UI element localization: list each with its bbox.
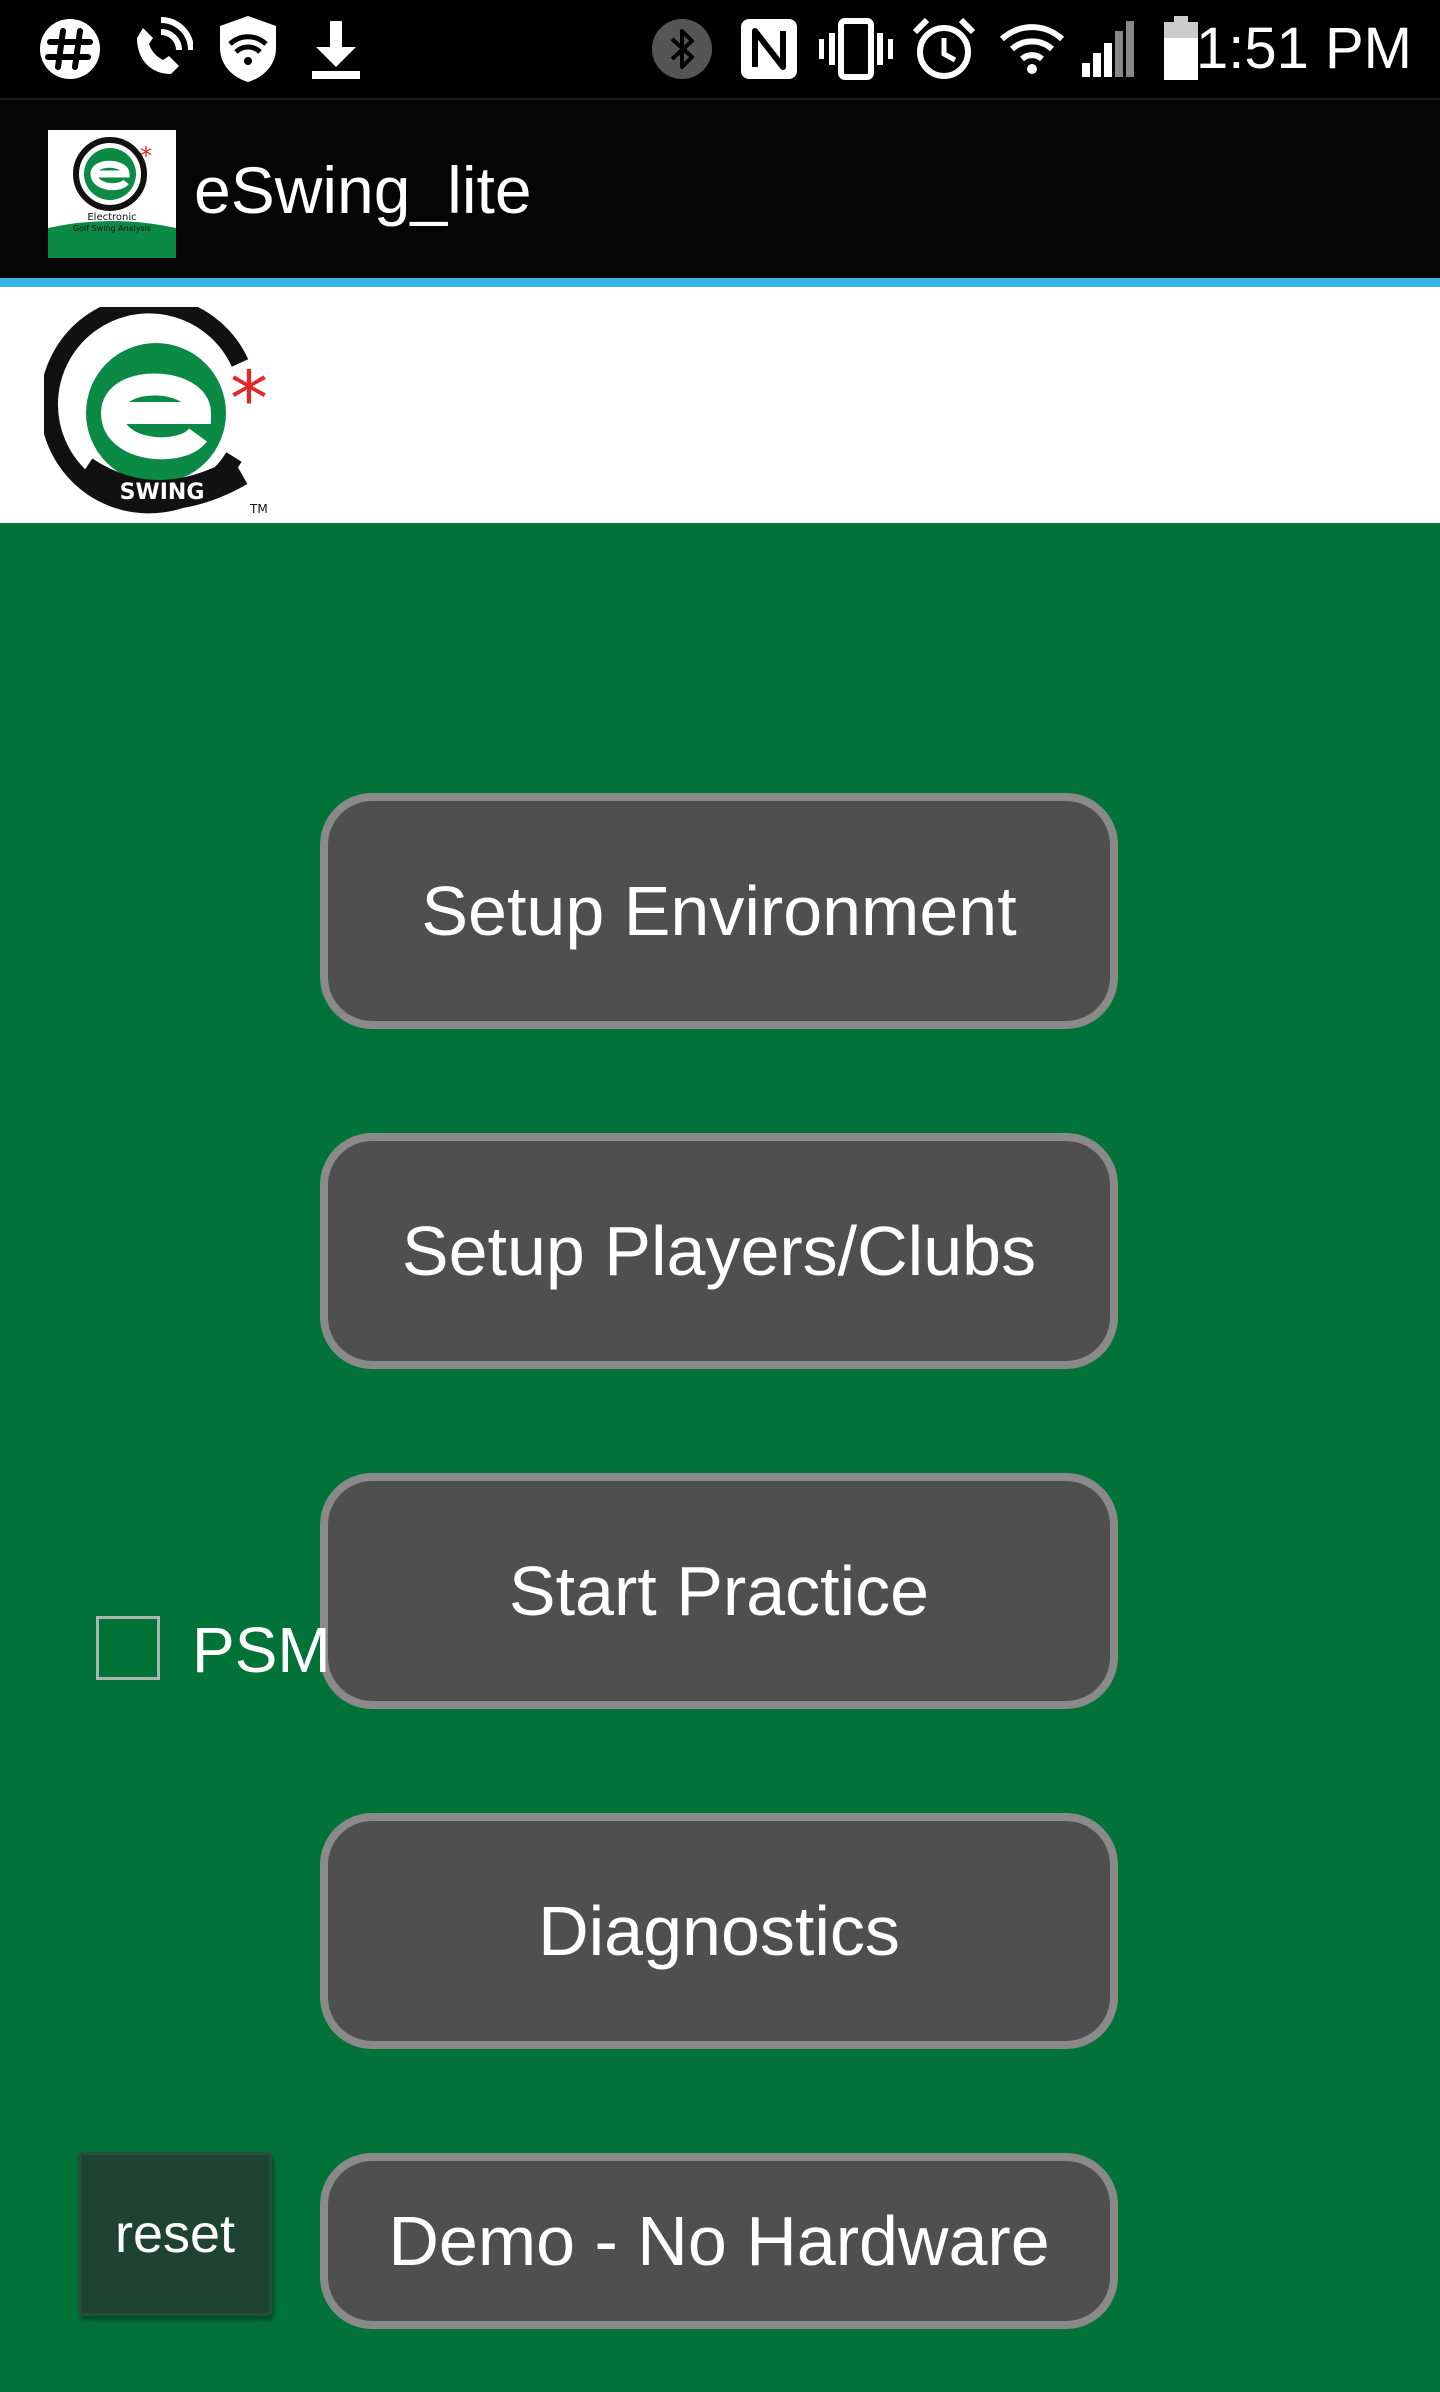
nfc-icon: [734, 14, 804, 84]
app-icon-caption-1: Electronic: [87, 212, 136, 223]
app-bar: * Electronic Golf Swing Analysis eSwing_…: [0, 98, 1440, 278]
app-bar-divider: [0, 278, 1440, 287]
wifi-calling-icon: [124, 14, 196, 84]
wifi-icon: [996, 14, 1068, 84]
slack-icon: [34, 14, 106, 84]
logo-banner: * SWING TM: [0, 287, 1440, 523]
svg-text:*: *: [140, 142, 152, 170]
download-icon: [300, 14, 372, 84]
bluetooth-icon: [646, 14, 718, 84]
eswing-logo: * SWING TM: [39, 295, 284, 517]
eswing-app-icon[interactable]: * Electronic Golf Swing Analysis: [48, 130, 176, 258]
reset-button[interactable]: reset: [78, 2152, 272, 2316]
psm-checkbox[interactable]: [96, 1616, 160, 1680]
diagnostics-button[interactable]: Diagnostics: [320, 1813, 1118, 2049]
setup-players-clubs-button[interactable]: Setup Players/Clubs: [320, 1133, 1118, 1369]
cell-signal-icon: [1078, 14, 1138, 84]
psm-label[interactable]: PSM: [192, 1610, 331, 1690]
alarm-icon: [908, 14, 980, 84]
setup-environment-button[interactable]: Setup Environment: [320, 793, 1118, 1029]
status-time: 1:51 PM: [1196, 16, 1412, 81]
app-icon-caption-2: Golf Swing Analysis: [73, 224, 151, 233]
status-bar: 1:51 PM: [0, 0, 1440, 98]
start-practice-button[interactable]: Start Practice: [320, 1473, 1118, 1709]
logo-arc-text: SWING: [120, 480, 205, 505]
logo-star: *: [230, 354, 268, 443]
demo-no-hardware-button[interactable]: Demo - No Hardware: [320, 2153, 1118, 2329]
logo-tm: TM: [249, 502, 268, 516]
shield-wifi-icon: [212, 14, 284, 84]
app-title: eSwing_lite: [194, 153, 532, 227]
vibrate-icon: [816, 14, 896, 84]
